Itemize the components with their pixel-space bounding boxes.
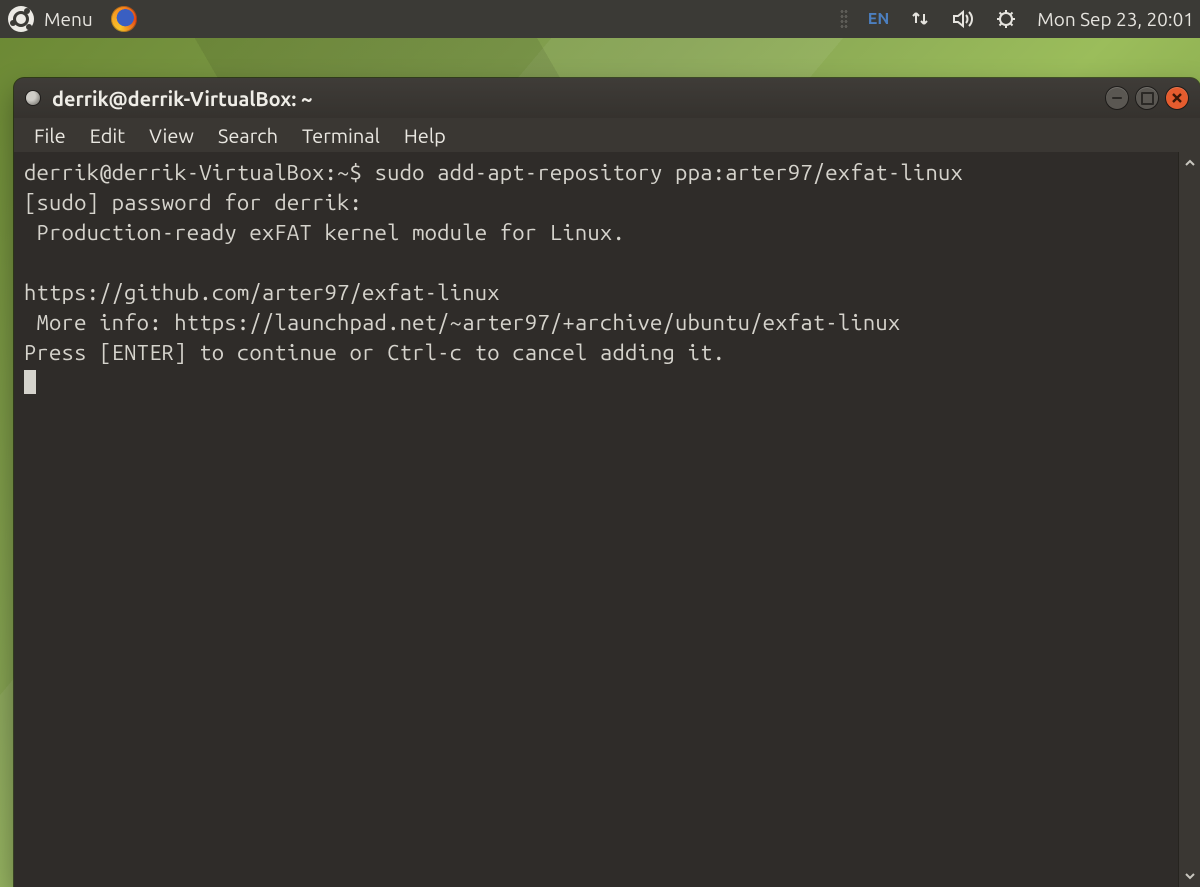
menu-help[interactable]: Help xyxy=(394,120,456,151)
power-gear-icon xyxy=(995,8,1017,30)
window-maximize-button[interactable] xyxy=(1136,87,1158,109)
terminal-command: sudo add-apt-repository ppa:arter97/exfa… xyxy=(375,160,963,185)
terminal-line: Production-ready exFAT kernel module for… xyxy=(24,220,625,245)
volume-icon xyxy=(951,9,975,29)
chevron-up-icon xyxy=(1184,158,1196,168)
menu-file[interactable]: File xyxy=(24,120,76,151)
panel-grip-icon xyxy=(840,9,848,29)
menu-terminal[interactable]: Terminal xyxy=(292,120,390,151)
terminal-line: Press [ENTER] to continue or Ctrl-c to c… xyxy=(24,340,725,365)
top-panel: Menu EN Mon Sep 23, xyxy=(0,0,1200,38)
menu-search[interactable]: Search xyxy=(208,120,288,151)
firefox-launcher[interactable] xyxy=(111,6,137,32)
terminal-window: derrik@derrik-VirtualBox: ~ File Edit Vi… xyxy=(14,78,1200,887)
menu-edit[interactable]: Edit xyxy=(80,120,135,151)
panel-menu-label: Menu xyxy=(44,8,93,30)
window-titlebar[interactable]: derrik@derrik-VirtualBox: ~ xyxy=(14,78,1200,118)
keyboard-layout-indicator[interactable]: EN xyxy=(868,10,889,28)
window-controls xyxy=(1106,87,1188,109)
menu-view[interactable]: View xyxy=(139,120,204,151)
scrollbar-up-button[interactable] xyxy=(1179,152,1200,174)
terminal-scrollbar[interactable] xyxy=(1178,152,1200,887)
terminal-line: More info: https://launchpad.net/~arter9… xyxy=(24,310,900,335)
system-indicator[interactable] xyxy=(995,8,1017,30)
scrollbar-track[interactable] xyxy=(1179,174,1200,865)
terminal-line: https://github.com/arter97/exfat-linux xyxy=(24,280,500,305)
chevron-down-icon xyxy=(1184,871,1196,881)
terminal-prompt: derrik@derrik-VirtualBox:~$ xyxy=(24,160,375,185)
terminal-cursor xyxy=(24,370,36,394)
network-updown-icon xyxy=(909,9,931,29)
firefox-icon xyxy=(111,6,137,32)
panel-clock[interactable]: Mon Sep 23, 20:01 xyxy=(1037,8,1194,30)
window-title: derrik@derrik-VirtualBox: ~ xyxy=(52,87,312,110)
window-minimize-button[interactable] xyxy=(1106,87,1128,109)
terminal-menubar: File Edit View Search Terminal Help xyxy=(14,118,1200,152)
panel-menu-button[interactable]: Menu xyxy=(8,6,93,32)
window-close-button[interactable] xyxy=(1166,87,1188,109)
terminal-viewport[interactable]: derrik@derrik-VirtualBox:~$ sudo add-apt… xyxy=(14,152,1178,887)
sound-indicator[interactable] xyxy=(951,9,975,29)
close-icon xyxy=(1172,93,1182,103)
network-indicator[interactable] xyxy=(909,9,931,29)
scrollbar-down-button[interactable] xyxy=(1179,865,1200,887)
distributor-logo-icon xyxy=(8,6,34,32)
terminal-line: [sudo] password for derrik: xyxy=(24,190,375,215)
terminal-app-icon xyxy=(26,91,40,105)
